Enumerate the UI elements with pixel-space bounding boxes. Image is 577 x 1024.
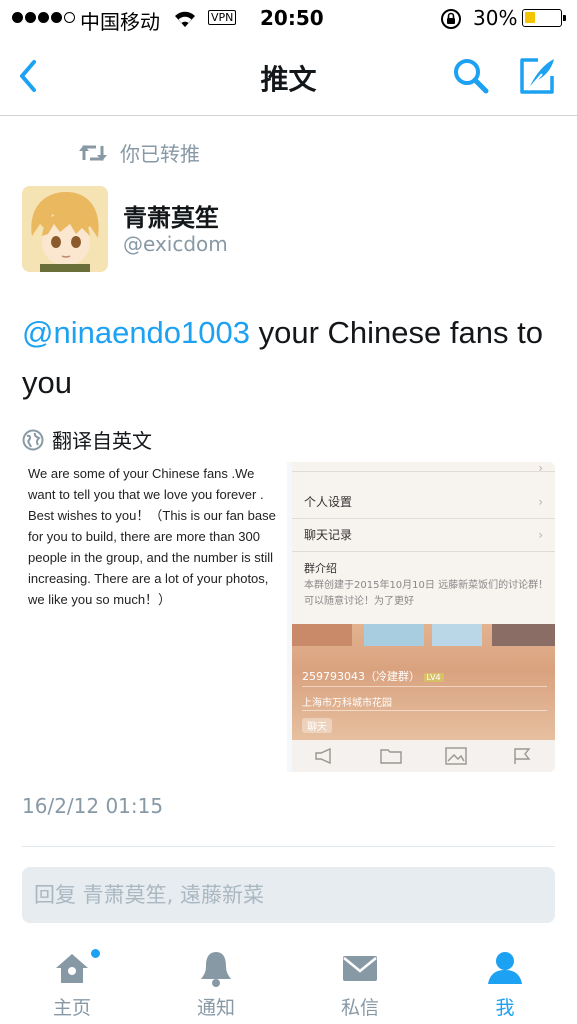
signal-strength-icon <box>12 12 75 23</box>
battery-fill <box>525 12 535 23</box>
media-row-label: 聊天记录 <box>304 528 353 542</box>
notification-dot <box>90 948 101 959</box>
media-text-image: We are some of your Chinese fans .We wan… <box>22 462 287 772</box>
search-icon <box>454 59 489 94</box>
tab-label: 主页 <box>52 997 91 1019</box>
tweet-timestamp: 16/2/12 01:15 <box>22 794 164 818</box>
tweet-media[interactable]: We are some of your Chinese fans .We wan… <box>22 462 555 772</box>
translate-button[interactable]: 翻译自英文 <box>22 425 152 454</box>
person-icon <box>488 952 522 984</box>
tab-label: 我 <box>495 997 515 1019</box>
search-button[interactable] <box>451 56 491 96</box>
carrier-name: 中国移动 <box>80 10 160 34</box>
translate-label: 翻译自英文 <box>52 429 152 453</box>
tab-bar: 主页 通知 私信 我 <box>0 938 577 1024</box>
divider <box>22 846 555 847</box>
media-row-partial: › <box>292 462 555 475</box>
tab-label: 通知 <box>196 997 235 1019</box>
bell-icon <box>201 952 231 987</box>
media-text: We are some of your Chinese fans .We wan… <box>28 466 276 607</box>
vpn-indicator: VPN <box>208 10 237 25</box>
retweet-icon <box>79 144 107 161</box>
tab-label: 私信 <box>340 997 379 1019</box>
media-row-label: 个人设置 <box>304 495 353 509</box>
media-photo: 259793043（冷建群） LV4 上海市万科城市花园 聊天 <box>292 624 555 740</box>
media-screenshot: › 个人设置 › 聊天记录 › 群介绍 本群创建于2015年10月10日 远藤新菜饭… <box>292 462 555 772</box>
media-toolbar <box>292 740 555 772</box>
media-group-id-text: 259793043（冷建群） <box>302 670 420 683</box>
media-row-settings: 个人设置 › <box>292 486 555 519</box>
megaphone-icon <box>315 747 331 765</box>
author-handle: @exicdom <box>123 232 228 256</box>
image-icon <box>445 747 468 765</box>
envelope-icon <box>343 956 377 981</box>
media-intro-title: 群介绍 <box>304 562 337 575</box>
nav-bar: 推文 <box>0 38 577 116</box>
mention-link[interactable]: @ninaendo1003 <box>22 315 250 350</box>
home-icon <box>56 954 88 983</box>
status-time: 20:50 <box>260 6 324 30</box>
author-name[interactable]: 青萧莫笙 <box>123 198 219 233</box>
media-level-badge: LV4 <box>423 673 444 682</box>
compose-tweet-button[interactable] <box>516 54 560 98</box>
avatar-image <box>22 186 108 272</box>
tweet-text: @ninaendo1003 your Chinese fans to you <box>22 308 562 408</box>
media-intro-body: 本群创建于2015年10月10日 远藤新菜饭们的讨论群！可以随意讨论！为了更好 <box>304 580 549 607</box>
media-group-id: 259793043（冷建群） LV4 <box>302 668 444 684</box>
media-chat-label: 聊天 <box>302 718 332 733</box>
wifi-icon <box>175 11 195 27</box>
tab-notifications[interactable]: 通知 <box>166 938 266 1024</box>
reply-input[interactable]: 回复 青萧莫笙, 遠藤新菜 <box>22 867 555 923</box>
globe-icon <box>22 429 44 450</box>
tab-messages[interactable]: 私信 <box>310 938 410 1024</box>
retweeted-label: 你已转推 <box>120 142 200 166</box>
rotation-lock-icon <box>441 9 461 29</box>
avatar[interactable] <box>22 186 108 272</box>
tab-me[interactable]: 我 <box>455 938 555 1024</box>
media-intro-text: 本群创建于2015年10月10日 远藤新菜饭们的讨论群！可以随意讨论！为了更好 <box>304 578 554 610</box>
tab-home[interactable]: 主页 <box>22 938 122 1024</box>
media-row-history: 聊天记录 › <box>292 519 555 552</box>
retweeted-notice: 你已转推 <box>78 138 200 167</box>
flag-icon <box>514 748 531 764</box>
compose-icon <box>520 58 554 94</box>
folder-icon <box>379 749 402 764</box>
status-bar: 中国移动 VPN 20:50 30% <box>0 0 577 38</box>
battery-icon <box>522 9 566 27</box>
battery-percent: 30% <box>473 6 518 30</box>
media-address: 上海市万科城市花园 <box>302 698 392 709</box>
